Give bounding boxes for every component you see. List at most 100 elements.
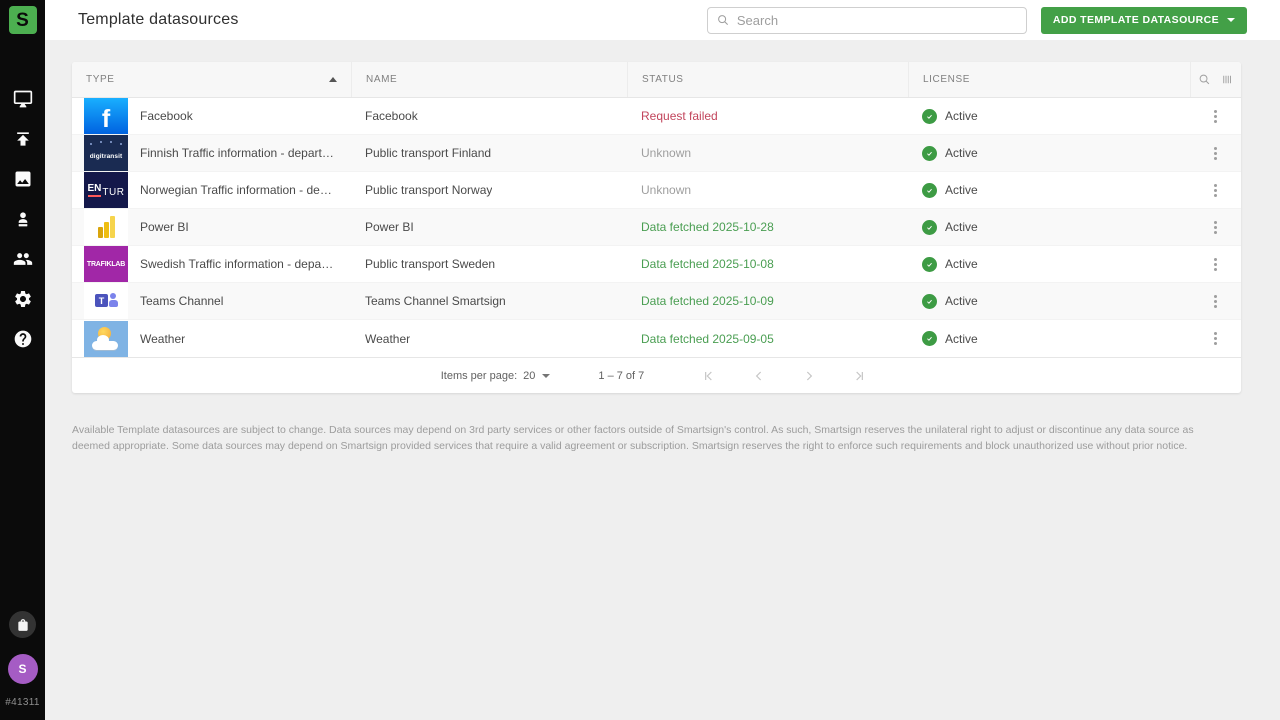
search-icon xyxy=(716,13,730,27)
previous-page-button[interactable] xyxy=(746,363,772,389)
column-header-license[interactable]: LICENSE xyxy=(908,62,1190,97)
content: TYPE NAME STATUS LICENSE xyxy=(45,40,1280,455)
column-header-status[interactable]: STATUS xyxy=(627,62,908,97)
name-label: Public transport Finland xyxy=(365,146,491,160)
row-menu-button[interactable] xyxy=(1210,254,1221,275)
row-menu-button[interactable] xyxy=(1210,106,1221,127)
publish-icon xyxy=(13,129,33,149)
row-menu-button[interactable] xyxy=(1210,180,1221,201)
license-check-icon xyxy=(922,257,937,272)
status-label: Unknown xyxy=(641,146,691,160)
teams-logo: T xyxy=(84,283,128,319)
sidebar-item-help[interactable] xyxy=(3,329,43,349)
license-check-icon xyxy=(922,220,937,235)
row-menu-button[interactable] xyxy=(1210,143,1221,164)
search-input[interactable] xyxy=(737,13,1018,28)
row-menu-button[interactable] xyxy=(1210,291,1221,312)
columns-icon xyxy=(1220,72,1235,87)
table-row[interactable]: Weather Weather Data fetched 2025-09-05 … xyxy=(72,320,1241,357)
first-page-button[interactable] xyxy=(696,363,722,389)
type-label: Teams Channel xyxy=(140,294,223,308)
row-menu-button[interactable] xyxy=(1210,328,1221,349)
monitor-icon xyxy=(13,89,33,109)
sidebar-item-players[interactable] xyxy=(3,209,43,229)
name-label: Teams Channel Smartsign xyxy=(365,294,506,308)
pagination: Items per page: 20 1 – 7 of 7 xyxy=(72,357,1241,393)
facebook-logo: f xyxy=(84,98,128,134)
sidebar-item-users[interactable] xyxy=(3,249,43,269)
add-template-datasource-button[interactable]: ADD TEMPLATE DATASOURCE xyxy=(1041,7,1247,34)
table-header: TYPE NAME STATUS LICENSE xyxy=(72,62,1241,98)
table-search-icon xyxy=(1197,72,1212,87)
license-label: Active xyxy=(945,332,978,346)
pagination-range: 1 – 7 of 7 xyxy=(598,370,644,382)
table-row[interactable]: Power BI Power BI Data fetched 2025-10-2… xyxy=(72,209,1241,246)
last-page-icon xyxy=(851,368,867,384)
smartsign-logo[interactable]: S xyxy=(9,6,37,34)
disclaimer-text: Available Template datasources are subje… xyxy=(72,422,1212,455)
sidebar-item-settings[interactable] xyxy=(3,289,43,309)
column-label-name: NAME xyxy=(366,74,397,85)
status-label: Data fetched 2025-09-05 xyxy=(641,332,774,346)
settings-gear-icon xyxy=(13,289,33,309)
sidebar-item-publish[interactable] xyxy=(3,129,43,149)
items-per-page-select[interactable]: 20 xyxy=(523,370,550,382)
shopping-bag-icon xyxy=(16,618,30,632)
row-menu-button[interactable] xyxy=(1210,217,1221,238)
column-header-name[interactable]: NAME xyxy=(351,62,627,97)
sidebar-item-media[interactable] xyxy=(3,169,43,189)
users-icon xyxy=(13,249,33,269)
column-settings-button[interactable] xyxy=(1220,72,1235,87)
player-icon xyxy=(13,209,33,229)
status-label: Data fetched 2025-10-08 xyxy=(641,257,774,271)
user-avatar-letter: S xyxy=(18,662,26,676)
items-per-page-value: 20 xyxy=(523,370,535,382)
name-label: Public transport Sweden xyxy=(365,257,495,271)
table-row[interactable]: ENTUR Norwegian Traffic information - de… xyxy=(72,172,1241,209)
chevron-down-icon xyxy=(1227,18,1235,22)
status-label: Data fetched 2025-10-09 xyxy=(641,294,774,308)
table-body: f Facebook Facebook Request failed Activ… xyxy=(72,98,1241,357)
user-avatar[interactable]: S xyxy=(8,654,38,684)
column-label-type: TYPE xyxy=(86,74,115,85)
name-label: Facebook xyxy=(365,109,418,123)
table-search-button[interactable] xyxy=(1197,72,1212,87)
help-icon xyxy=(13,329,33,349)
sidebar-item-screens[interactable] xyxy=(3,89,43,109)
main-area: Template datasources ADD TEMPLATE DATASO… xyxy=(45,0,1280,720)
last-page-button[interactable] xyxy=(846,363,872,389)
sidebar: S xyxy=(0,0,45,720)
license-check-icon xyxy=(922,146,937,161)
name-label: Public transport Norway xyxy=(365,183,492,197)
weather-logo xyxy=(84,321,128,357)
license-label: Active xyxy=(945,109,978,123)
first-page-icon xyxy=(701,368,717,384)
datasources-table: TYPE NAME STATUS LICENSE xyxy=(72,62,1241,393)
table-row[interactable]: digitransit Finnish Traffic information … xyxy=(72,135,1241,172)
table-row[interactable]: f Facebook Facebook Request failed Activ… xyxy=(72,98,1241,135)
digitransit-logo: digitransit xyxy=(84,135,128,171)
license-label: Active xyxy=(945,294,978,308)
store-button[interactable] xyxy=(9,611,36,638)
license-label: Active xyxy=(945,257,978,271)
trafiklab-logo: TRAFIKLAB xyxy=(84,246,128,282)
account-id: #41311 xyxy=(5,697,39,708)
next-page-button[interactable] xyxy=(796,363,822,389)
column-header-type[interactable]: TYPE xyxy=(72,62,351,97)
chevron-down-icon xyxy=(542,374,550,378)
status-label: Request failed xyxy=(641,109,718,123)
type-label: Swedish Traffic information - departures xyxy=(140,257,337,271)
table-row[interactable]: T Teams Channel Teams Channel Smartsign … xyxy=(72,283,1241,320)
license-check-icon xyxy=(922,109,937,124)
sidebar-bottom: S #41311 xyxy=(0,611,45,708)
powerbi-logo xyxy=(84,209,128,245)
name-label: Weather xyxy=(365,332,410,346)
page-title: Template datasources xyxy=(78,11,239,29)
sidebar-nav xyxy=(3,89,43,349)
license-label: Active xyxy=(945,146,978,160)
table-row[interactable]: TRAFIKLAB Swedish Traffic information - … xyxy=(72,246,1241,283)
search-box[interactable] xyxy=(707,7,1027,34)
items-per-page-label: Items per page: xyxy=(441,370,517,382)
status-label: Data fetched 2025-10-28 xyxy=(641,220,774,234)
media-icon xyxy=(13,169,33,189)
